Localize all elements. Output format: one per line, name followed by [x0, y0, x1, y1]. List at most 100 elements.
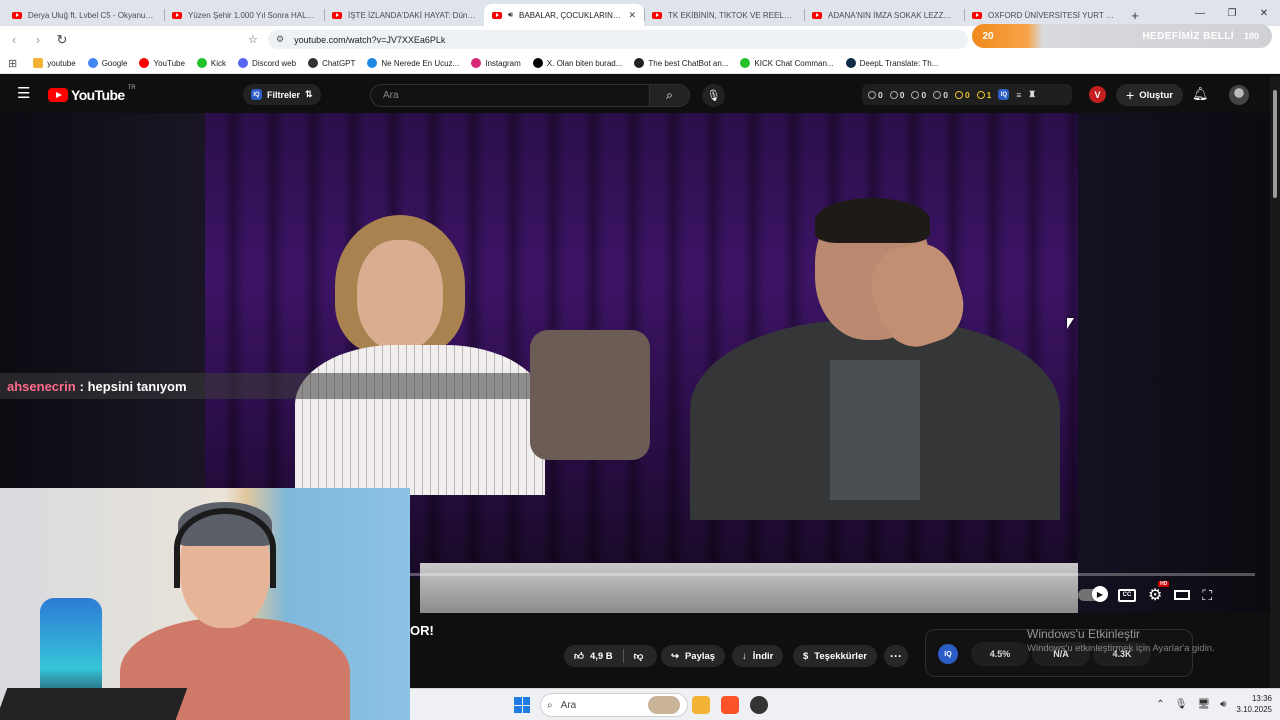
- bookmark-label: Discord web: [252, 58, 297, 68]
- thumbs-up-icon[interactable]: 👍︎: [574, 650, 584, 662]
- brave-browser-icon[interactable]: [721, 696, 739, 714]
- scrollbar-thumb[interactable]: [1273, 90, 1277, 198]
- mouse-cursor-icon: [1067, 318, 1074, 329]
- download-button[interactable]: ↓ İndir: [732, 645, 784, 667]
- browser-tab[interactable]: Yüzen Şehir 1.000 Yıl Sonra HALA N: [164, 4, 324, 26]
- bookmark-label: youtube: [47, 58, 76, 68]
- bookmark-item[interactable]: YouTube: [139, 58, 185, 68]
- new-tab-icon[interactable]: +: [1124, 4, 1146, 26]
- file-explorer-icon[interactable]: [692, 696, 710, 714]
- browser-tab[interactable]: ADANA'NIN İMZA SOKAK LEZZETLER: [804, 4, 964, 26]
- notifications-bell-icon[interactable]: 🔔︎: [1192, 86, 1209, 102]
- youtube-favicon-icon: [492, 11, 502, 19]
- share-button[interactable]: ↪ Paylaş: [661, 645, 726, 667]
- create-button[interactable]: + Oluştur: [1116, 84, 1183, 106]
- audio-playing-icon[interactable]: 🔊︎: [508, 10, 513, 20]
- minimize-icon[interactable]: —: [1184, 0, 1216, 26]
- search-button[interactable]: ⌕: [650, 84, 690, 107]
- avatar[interactable]: [1229, 85, 1249, 105]
- more-actions-button[interactable]: ···: [884, 645, 908, 667]
- menu-icon[interactable]: ☰: [17, 86, 32, 101]
- forward-icon[interactable]: ›: [28, 30, 48, 50]
- chatgpt-icon: [308, 58, 319, 68]
- bookmark-item[interactable]: Ne Nerede En Ucuz...: [367, 58, 459, 68]
- bookmark-label: X. Olan biten burad...: [546, 58, 623, 68]
- search-input[interactable]: Ara: [370, 84, 650, 107]
- bookmark-item[interactable]: X. Olan biten burad...: [532, 58, 623, 68]
- filters-button[interactable]: IQ Filtreler ⇅: [243, 84, 321, 105]
- back-icon[interactable]: ‹: [4, 30, 24, 50]
- thanks-button[interactable]: $ Teşekkürler: [793, 645, 877, 667]
- extension-stat: 0: [889, 90, 904, 100]
- download-label: İndir: [752, 650, 774, 662]
- extension-stat: 0: [911, 90, 926, 100]
- stat-value: 1: [986, 89, 992, 100]
- bookmark-item[interactable]: The best ChatBot an...: [634, 58, 728, 68]
- keyboard: [0, 688, 188, 720]
- apps-grid-icon[interactable]: ⊞: [8, 57, 17, 70]
- site-info-icon[interactable]: ⚙: [276, 34, 284, 45]
- browser-tab[interactable]: OXFORD ÜNİVERSİTESİ YURT ODASI: [964, 4, 1124, 26]
- search-placeholder: Ara: [383, 90, 399, 101]
- like-count[interactable]: 4,9 B: [590, 651, 613, 662]
- autoplay-toggle[interactable]: [1078, 586, 1108, 602]
- browser-tab[interactable]: İŞTE İZLANDA'DAKİ HAYAT: Dünyan: [324, 4, 484, 26]
- close-window-icon[interactable]: ✕: [1248, 0, 1280, 26]
- github-icon: [634, 58, 645, 68]
- url-field[interactable]: ⚙ youtube.com/watch?v=JV7XXEa6PLk: [268, 30, 968, 49]
- bookmark-item[interactable]: DeepL Translate: Th...: [845, 58, 938, 68]
- voice-search-button[interactable]: 🎙: [702, 84, 725, 107]
- vpn-extension-icon[interactable]: V: [1089, 86, 1106, 103]
- close-tab-icon[interactable]: ✕: [628, 10, 636, 21]
- volume-icon[interactable]: 🔊︎: [1220, 699, 1226, 710]
- discord-icon: [238, 58, 249, 68]
- bookmark-item[interactable]: Discord web: [238, 58, 296, 68]
- search-highlight-icon[interactable]: [648, 696, 680, 714]
- trophy-icon[interactable]: ♜: [1028, 89, 1036, 100]
- bookmark-item[interactable]: Google: [87, 58, 127, 68]
- reload-icon[interactable]: ↻: [52, 30, 72, 50]
- bookmark-item[interactable]: KICK Chat Comman...: [740, 58, 834, 68]
- browser-tab[interactable]: TK EKİBİNİN, TİKTOK VE REELS VİDEO: [644, 4, 804, 26]
- stat-value: 0: [921, 89, 927, 100]
- iq-icon: IQ: [251, 89, 262, 100]
- browser-tab[interactable]: Derya Uluğ ft. Lvbel C5 - Okyanus X: [4, 4, 164, 26]
- video-right-backdrop: [1078, 113, 1270, 613]
- bookmark-item[interactable]: youtube: [33, 58, 76, 68]
- bookmark-star-icon[interactable]: ☆: [248, 33, 258, 46]
- taskbar-clock[interactable]: 13:36 3.10.2025: [1236, 693, 1272, 715]
- bookmark-label: KICK Chat Comman...: [754, 58, 834, 68]
- stat-circle-icon: [976, 90, 985, 99]
- maximize-icon[interactable]: ❐: [1216, 0, 1248, 26]
- bookmark-item[interactable]: ChatGPT: [308, 58, 355, 68]
- bookmark-item[interactable]: Instagram: [471, 58, 521, 68]
- tab-title: İŞTE İZLANDA'DAKİ HAYAT: Dünyan: [348, 10, 476, 20]
- network-icon[interactable]: 🖥︎: [1197, 699, 1210, 710]
- google-icon: [87, 58, 98, 68]
- iq-stat-box: 4.5%: [971, 642, 1029, 666]
- windows-taskbar: ⌕ Ara ⌃ 🎙︎ 🖥︎ 🔊︎ 13:36 3.10.2025: [410, 688, 1280, 720]
- browser-tab[interactable]: 🔊︎ BABALAR, ÇOCUKLARININ T ✕: [484, 4, 644, 26]
- thumbs-down-icon[interactable]: 👎︎: [634, 650, 644, 662]
- iq-icon[interactable]: IQ: [998, 89, 1010, 100]
- youtube-favicon-icon: [812, 11, 822, 19]
- extension-stat: 0: [868, 90, 883, 100]
- queue-icon[interactable]: ≡: [1016, 90, 1021, 100]
- bookmark-item[interactable]: Kick: [196, 58, 226, 68]
- subtitles-icon[interactable]: CC: [1118, 588, 1136, 602]
- tab-title: TK EKİBİNİN, TİKTOK VE REELS VİDEO: [668, 10, 796, 20]
- theater-mode-icon[interactable]: [1174, 590, 1191, 600]
- windows-start-icon[interactable]: [514, 697, 530, 713]
- microphone-icon[interactable]: 🎙︎: [1175, 699, 1188, 710]
- youtube-logo[interactable]: YouTube TR: [48, 85, 136, 103]
- stat-value: 0: [878, 89, 883, 100]
- chat-message-text: : hepsini tanıyom: [79, 378, 187, 394]
- extension-stat: 0: [954, 90, 970, 100]
- page-scrollbar[interactable]: [1270, 76, 1280, 688]
- video-progress-bar[interactable]: [410, 573, 1255, 576]
- chevron-up-icon[interactable]: ⌃: [1156, 699, 1164, 710]
- settings-gear-icon[interactable]: ⚙ HD: [1148, 581, 1170, 605]
- obs-icon[interactable]: [750, 696, 768, 714]
- extension-stat: 1: [976, 89, 992, 100]
- fullscreen-icon[interactable]: ⛶: [1202, 587, 1212, 604]
